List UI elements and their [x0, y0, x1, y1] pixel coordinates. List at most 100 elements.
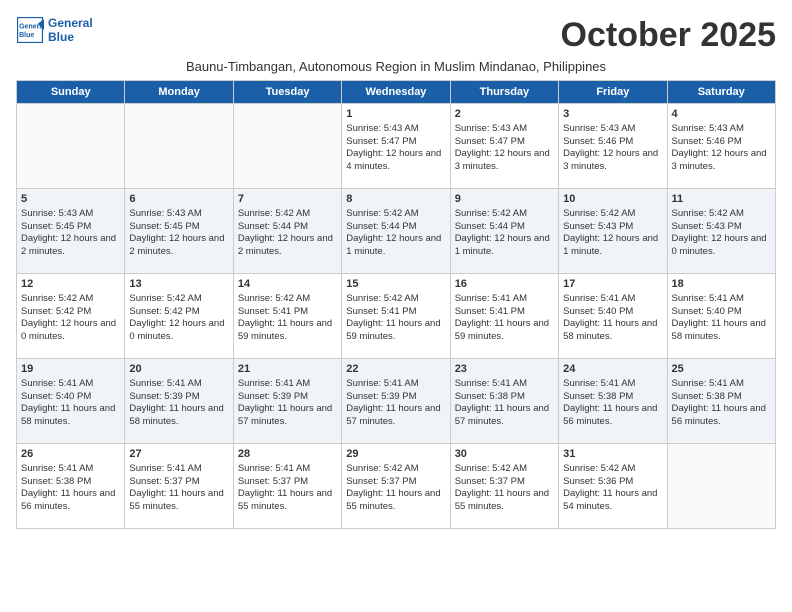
day-number: 4	[672, 107, 771, 122]
daylight-text: Daylight: 11 hours and 59 minutes.	[346, 318, 445, 344]
daylight-text: Daylight: 12 hours and 2 minutes.	[238, 233, 337, 259]
calendar-day-cell	[17, 104, 125, 189]
daylight-text: Daylight: 11 hours and 54 minutes.	[563, 488, 662, 514]
day-number: 30	[455, 447, 554, 462]
sunrise-text: Sunrise: 5:42 AM	[346, 208, 445, 221]
calendar-day-cell: 17Sunrise: 5:41 AMSunset: 5:40 PMDayligh…	[559, 274, 667, 359]
sunrise-text: Sunrise: 5:41 AM	[238, 378, 337, 391]
day-number: 18	[672, 277, 771, 292]
day-number: 11	[672, 192, 771, 207]
calendar-day-cell: 22Sunrise: 5:41 AMSunset: 5:39 PMDayligh…	[342, 359, 450, 444]
calendar-day-cell: 21Sunrise: 5:41 AMSunset: 5:39 PMDayligh…	[233, 359, 341, 444]
sunrise-text: Sunrise: 5:42 AM	[563, 463, 662, 476]
daylight-text: Daylight: 12 hours and 0 minutes.	[129, 318, 228, 344]
day-number: 17	[563, 277, 662, 292]
calendar-day-cell: 23Sunrise: 5:41 AMSunset: 5:38 PMDayligh…	[450, 359, 558, 444]
sunrise-text: Sunrise: 5:41 AM	[563, 293, 662, 306]
svg-text:Blue: Blue	[19, 32, 34, 39]
sunrise-text: Sunrise: 5:41 AM	[455, 293, 554, 306]
day-number: 21	[238, 362, 337, 377]
sunrise-text: Sunrise: 5:42 AM	[455, 208, 554, 221]
calendar-header-monday: Monday	[125, 81, 233, 104]
logo-line1: General	[48, 16, 93, 30]
sunrise-text: Sunrise: 5:42 AM	[455, 463, 554, 476]
sunrise-text: Sunrise: 5:42 AM	[346, 463, 445, 476]
sunrise-text: Sunrise: 5:42 AM	[129, 293, 228, 306]
sunset-text: Sunset: 5:44 PM	[346, 221, 445, 234]
daylight-text: Daylight: 11 hours and 58 minutes.	[563, 318, 662, 344]
calendar-day-cell: 2Sunrise: 5:43 AMSunset: 5:47 PMDaylight…	[450, 104, 558, 189]
sunrise-text: Sunrise: 5:41 AM	[21, 463, 120, 476]
sunset-text: Sunset: 5:40 PM	[563, 306, 662, 319]
sunset-text: Sunset: 5:42 PM	[129, 306, 228, 319]
sunset-text: Sunset: 5:36 PM	[563, 476, 662, 489]
day-number: 10	[563, 192, 662, 207]
calendar-header-friday: Friday	[559, 81, 667, 104]
daylight-text: Daylight: 12 hours and 2 minutes.	[129, 233, 228, 259]
sunset-text: Sunset: 5:37 PM	[346, 476, 445, 489]
daylight-text: Daylight: 11 hours and 55 minutes.	[455, 488, 554, 514]
calendar-day-cell: 29Sunrise: 5:42 AMSunset: 5:37 PMDayligh…	[342, 444, 450, 529]
daylight-text: Daylight: 12 hours and 3 minutes.	[672, 148, 771, 174]
sunset-text: Sunset: 5:38 PM	[563, 391, 662, 404]
day-number: 16	[455, 277, 554, 292]
calendar-day-cell: 31Sunrise: 5:42 AMSunset: 5:36 PMDayligh…	[559, 444, 667, 529]
calendar-day-cell: 8Sunrise: 5:42 AMSunset: 5:44 PMDaylight…	[342, 189, 450, 274]
sunset-text: Sunset: 5:40 PM	[21, 391, 120, 404]
day-number: 20	[129, 362, 228, 377]
sunrise-text: Sunrise: 5:43 AM	[672, 123, 771, 136]
calendar-header-sunday: Sunday	[17, 81, 125, 104]
daylight-text: Daylight: 11 hours and 56 minutes.	[563, 403, 662, 429]
sunrise-text: Sunrise: 5:43 AM	[346, 123, 445, 136]
daylight-text: Daylight: 12 hours and 1 minute.	[455, 233, 554, 259]
sunrise-text: Sunrise: 5:41 AM	[455, 378, 554, 391]
calendar-day-cell: 26Sunrise: 5:41 AMSunset: 5:38 PMDayligh…	[17, 444, 125, 529]
calendar-day-cell: 19Sunrise: 5:41 AMSunset: 5:40 PMDayligh…	[17, 359, 125, 444]
calendar-subtitle: Baunu-Timbangan, Autonomous Region in Mu…	[16, 59, 776, 74]
day-number: 22	[346, 362, 445, 377]
day-number: 23	[455, 362, 554, 377]
day-number: 8	[346, 192, 445, 207]
daylight-text: Daylight: 11 hours and 57 minutes.	[346, 403, 445, 429]
calendar-day-cell: 25Sunrise: 5:41 AMSunset: 5:38 PMDayligh…	[667, 359, 775, 444]
daylight-text: Daylight: 11 hours and 57 minutes.	[455, 403, 554, 429]
daylight-text: Daylight: 12 hours and 4 minutes.	[346, 148, 445, 174]
calendar-day-cell: 16Sunrise: 5:41 AMSunset: 5:41 PMDayligh…	[450, 274, 558, 359]
sunset-text: Sunset: 5:46 PM	[563, 136, 662, 149]
day-number: 13	[129, 277, 228, 292]
day-number: 2	[455, 107, 554, 122]
sunset-text: Sunset: 5:42 PM	[21, 306, 120, 319]
daylight-text: Daylight: 11 hours and 57 minutes.	[238, 403, 337, 429]
daylight-text: Daylight: 12 hours and 3 minutes.	[455, 148, 554, 174]
day-number: 5	[21, 192, 120, 207]
calendar-header-saturday: Saturday	[667, 81, 775, 104]
day-number: 25	[672, 362, 771, 377]
day-number: 29	[346, 447, 445, 462]
calendar-week-row: 5Sunrise: 5:43 AMSunset: 5:45 PMDaylight…	[17, 189, 776, 274]
sunset-text: Sunset: 5:44 PM	[238, 221, 337, 234]
daylight-text: Daylight: 11 hours and 55 minutes.	[238, 488, 337, 514]
calendar-day-cell: 1Sunrise: 5:43 AMSunset: 5:47 PMDaylight…	[342, 104, 450, 189]
calendar-week-row: 1Sunrise: 5:43 AMSunset: 5:47 PMDaylight…	[17, 104, 776, 189]
daylight-text: Daylight: 11 hours and 58 minutes.	[672, 318, 771, 344]
day-number: 26	[21, 447, 120, 462]
sunset-text: Sunset: 5:43 PM	[563, 221, 662, 234]
day-number: 6	[129, 192, 228, 207]
sunset-text: Sunset: 5:39 PM	[238, 391, 337, 404]
sunrise-text: Sunrise: 5:41 AM	[346, 378, 445, 391]
sunset-text: Sunset: 5:41 PM	[455, 306, 554, 319]
sunset-text: Sunset: 5:37 PM	[238, 476, 337, 489]
calendar-day-cell: 28Sunrise: 5:41 AMSunset: 5:37 PMDayligh…	[233, 444, 341, 529]
sunrise-text: Sunrise: 5:42 AM	[238, 208, 337, 221]
day-number: 14	[238, 277, 337, 292]
logo-line2: Blue	[48, 30, 93, 44]
sunrise-text: Sunrise: 5:41 AM	[672, 293, 771, 306]
sunset-text: Sunset: 5:41 PM	[346, 306, 445, 319]
calendar-day-cell: 30Sunrise: 5:42 AMSunset: 5:37 PMDayligh…	[450, 444, 558, 529]
sunset-text: Sunset: 5:47 PM	[455, 136, 554, 149]
daylight-text: Daylight: 11 hours and 56 minutes.	[672, 403, 771, 429]
daylight-text: Daylight: 11 hours and 55 minutes.	[346, 488, 445, 514]
sunrise-text: Sunrise: 5:43 AM	[455, 123, 554, 136]
daylight-text: Daylight: 11 hours and 58 minutes.	[129, 403, 228, 429]
calendar-day-cell: 12Sunrise: 5:42 AMSunset: 5:42 PMDayligh…	[17, 274, 125, 359]
